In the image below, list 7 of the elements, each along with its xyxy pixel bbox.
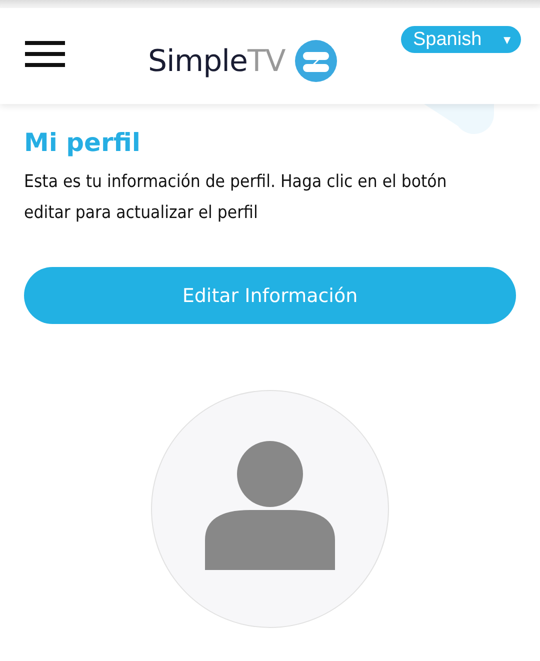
logo-text: SimpleTV bbox=[148, 44, 286, 78]
logo-icon bbox=[295, 40, 338, 82]
person-icon bbox=[205, 440, 335, 570]
page-title: Mi perfil bbox=[24, 128, 142, 157]
language-select[interactable]: Spanish ▼ bbox=[401, 26, 521, 53]
description-text: Esta es tu información de perfil. Haga clic en el botón editar para actualizar el perfil bbox=[24, 171, 448, 225]
edit-button[interactable]: Editar Información bbox=[24, 267, 516, 324]
